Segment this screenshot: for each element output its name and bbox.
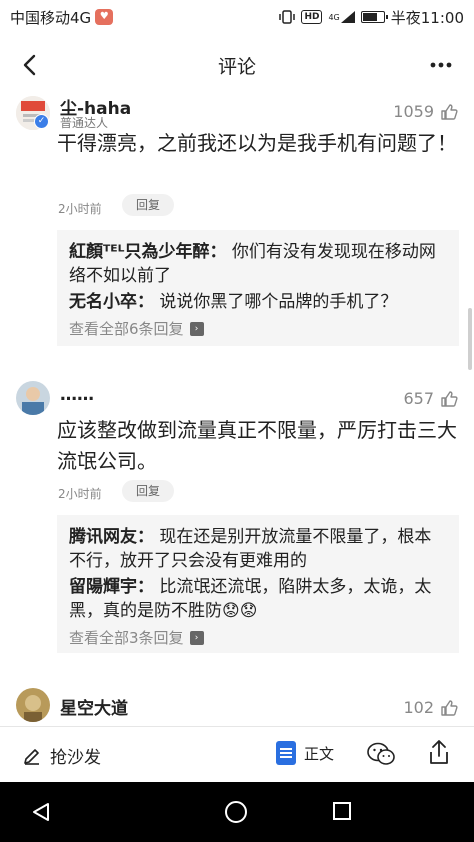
like-button[interactable]: 102: [403, 698, 458, 717]
sub-reply-text: 说说你黑了哪个品牌的手机了？: [159, 292, 398, 312]
carrier-label: 中国移动4G: [10, 8, 92, 27]
comment-time: 2小时前: [58, 202, 102, 216]
sub-reply-separator: ：: [137, 527, 154, 547]
article-label: 正文: [304, 744, 335, 763]
sub-reply-separator: ：: [137, 577, 154, 597]
comment-time: 2小时前: [58, 487, 102, 501]
network-type-label: 4G: [328, 12, 340, 22]
article-button[interactable]: 正文: [276, 741, 334, 765]
sub-reply-username[interactable]: 留陽輝宇: [69, 577, 137, 597]
clock-label: 半夜11:00: [390, 8, 464, 27]
write-comment-label: 抢沙发: [50, 748, 101, 768]
vibrate-icon: [279, 9, 296, 25]
pencil-icon: [24, 748, 39, 765]
comment-username[interactable]: ……: [60, 385, 94, 405]
battery-icon: [360, 11, 388, 23]
comment-item: ✓ 尘-haha 普通达人 1059 干得漂亮，之前我还以为是我手机有问题了！ …: [0, 94, 474, 354]
view-all-replies-link[interactable]: 查看全部3条回复 ›: [69, 627, 447, 648]
sub-reply-separator: ：: [137, 292, 154, 312]
comment-username[interactable]: 星空大道: [60, 694, 128, 719]
avatar[interactable]: [16, 381, 50, 415]
thumb-up-icon: [441, 103, 458, 120]
view-all-label: 查看全部3条回复: [69, 629, 184, 647]
wechat-share-icon[interactable]: [366, 741, 396, 771]
comment-item: 星空大道 102: [0, 688, 474, 726]
share-icon[interactable]: [428, 739, 450, 769]
status-bar: 中国移动4G ♥ HD 4G 半夜11:00: [0, 0, 474, 34]
comment-text: 应该整改做到流量真正不限量，严厉打击三大流氓公司。: [57, 418, 457, 473]
view-all-label: 查看全部6条回复: [69, 320, 184, 338]
article-icon: [276, 741, 296, 765]
thumb-up-icon: [441, 390, 458, 407]
comment-item: …… 657 应该整改做到流量真正不限量，严厉打击三大流氓公司。 2小时前 回复…: [0, 381, 474, 661]
carrier-heart-badge-icon: ♥: [95, 9, 114, 25]
like-count: 1059: [393, 102, 434, 121]
signal-icon: 4G: [328, 11, 355, 23]
chevron-right-icon: ›: [189, 321, 204, 336]
sub-reply-username[interactable]: 无名小卒: [69, 292, 137, 312]
more-dots-icon[interactable]: [426, 50, 456, 80]
status-left: 中国移动4G ♥: [10, 7, 114, 28]
like-button[interactable]: 1059: [393, 102, 458, 121]
sub-reply: 无名小卒： 说说你黑了哪个品牌的手机了？: [69, 290, 447, 314]
like-button[interactable]: 657: [403, 389, 458, 408]
view-all-replies-link[interactable]: 查看全部6条回复 ›: [69, 318, 447, 339]
chevron-right-icon: ›: [189, 630, 204, 645]
sub-reply: 留陽輝宇： 比流氓还流氓，陷阱太多，太诡，太黑，真的是防不胜防😟😟: [69, 575, 447, 623]
bottom-toolbar: 抢沙发 正文: [0, 726, 474, 782]
sub-reply: 紅顏ᵀᴱᴸ只為少年醉： 你们有没有发现现在移动网络不如以前了: [69, 240, 447, 288]
avatar[interactable]: [16, 688, 50, 722]
write-comment-button[interactable]: 抢沙发: [22, 743, 101, 768]
page-header: 评论: [0, 40, 474, 90]
verified-icon: ✓: [34, 114, 49, 129]
nav-recent-apps-icon[interactable]: [333, 802, 351, 820]
page-title: 评论: [217, 55, 256, 78]
reply-button[interactable]: 回复: [122, 194, 174, 216]
battery-level: [362, 13, 377, 21]
comment-text: 干得漂亮，之前我还以为是我手机有问题了！: [57, 131, 457, 155]
sub-reply: 腾讯网友： 现在还是别开放流量不限量了，根本不行，放开了只会没有更难用的: [69, 525, 447, 573]
reply-button[interactable]: 回复: [122, 480, 174, 502]
like-count: 657: [403, 389, 434, 408]
scrollbar[interactable]: [468, 308, 472, 370]
system-nav-bar: [0, 782, 474, 842]
back-arrow-icon[interactable]: [14, 50, 44, 80]
hd-icon: HD: [301, 10, 323, 24]
like-count: 102: [403, 698, 434, 717]
sub-reply-separator: ：: [209, 242, 227, 262]
nav-back-icon[interactable]: [31, 802, 51, 826]
sub-reply-username[interactable]: 紅顏ᵀᴱᴸ只為少年醉: [69, 242, 209, 262]
sub-reply-username[interactable]: 腾讯网友: [69, 527, 137, 547]
status-right: HD 4G 半夜11:00: [279, 7, 464, 28]
thumb-up-icon: [441, 699, 458, 716]
replies-box: 紅顏ᵀᴱᴸ只為少年醉： 你们有没有发现现在移动网络不如以前了 无名小卒： 说说你…: [57, 230, 459, 346]
nav-home-icon[interactable]: [225, 801, 247, 823]
replies-box: 腾讯网友： 现在还是别开放流量不限量了，根本不行，放开了只会没有更难用的 留陽輝…: [57, 515, 459, 653]
